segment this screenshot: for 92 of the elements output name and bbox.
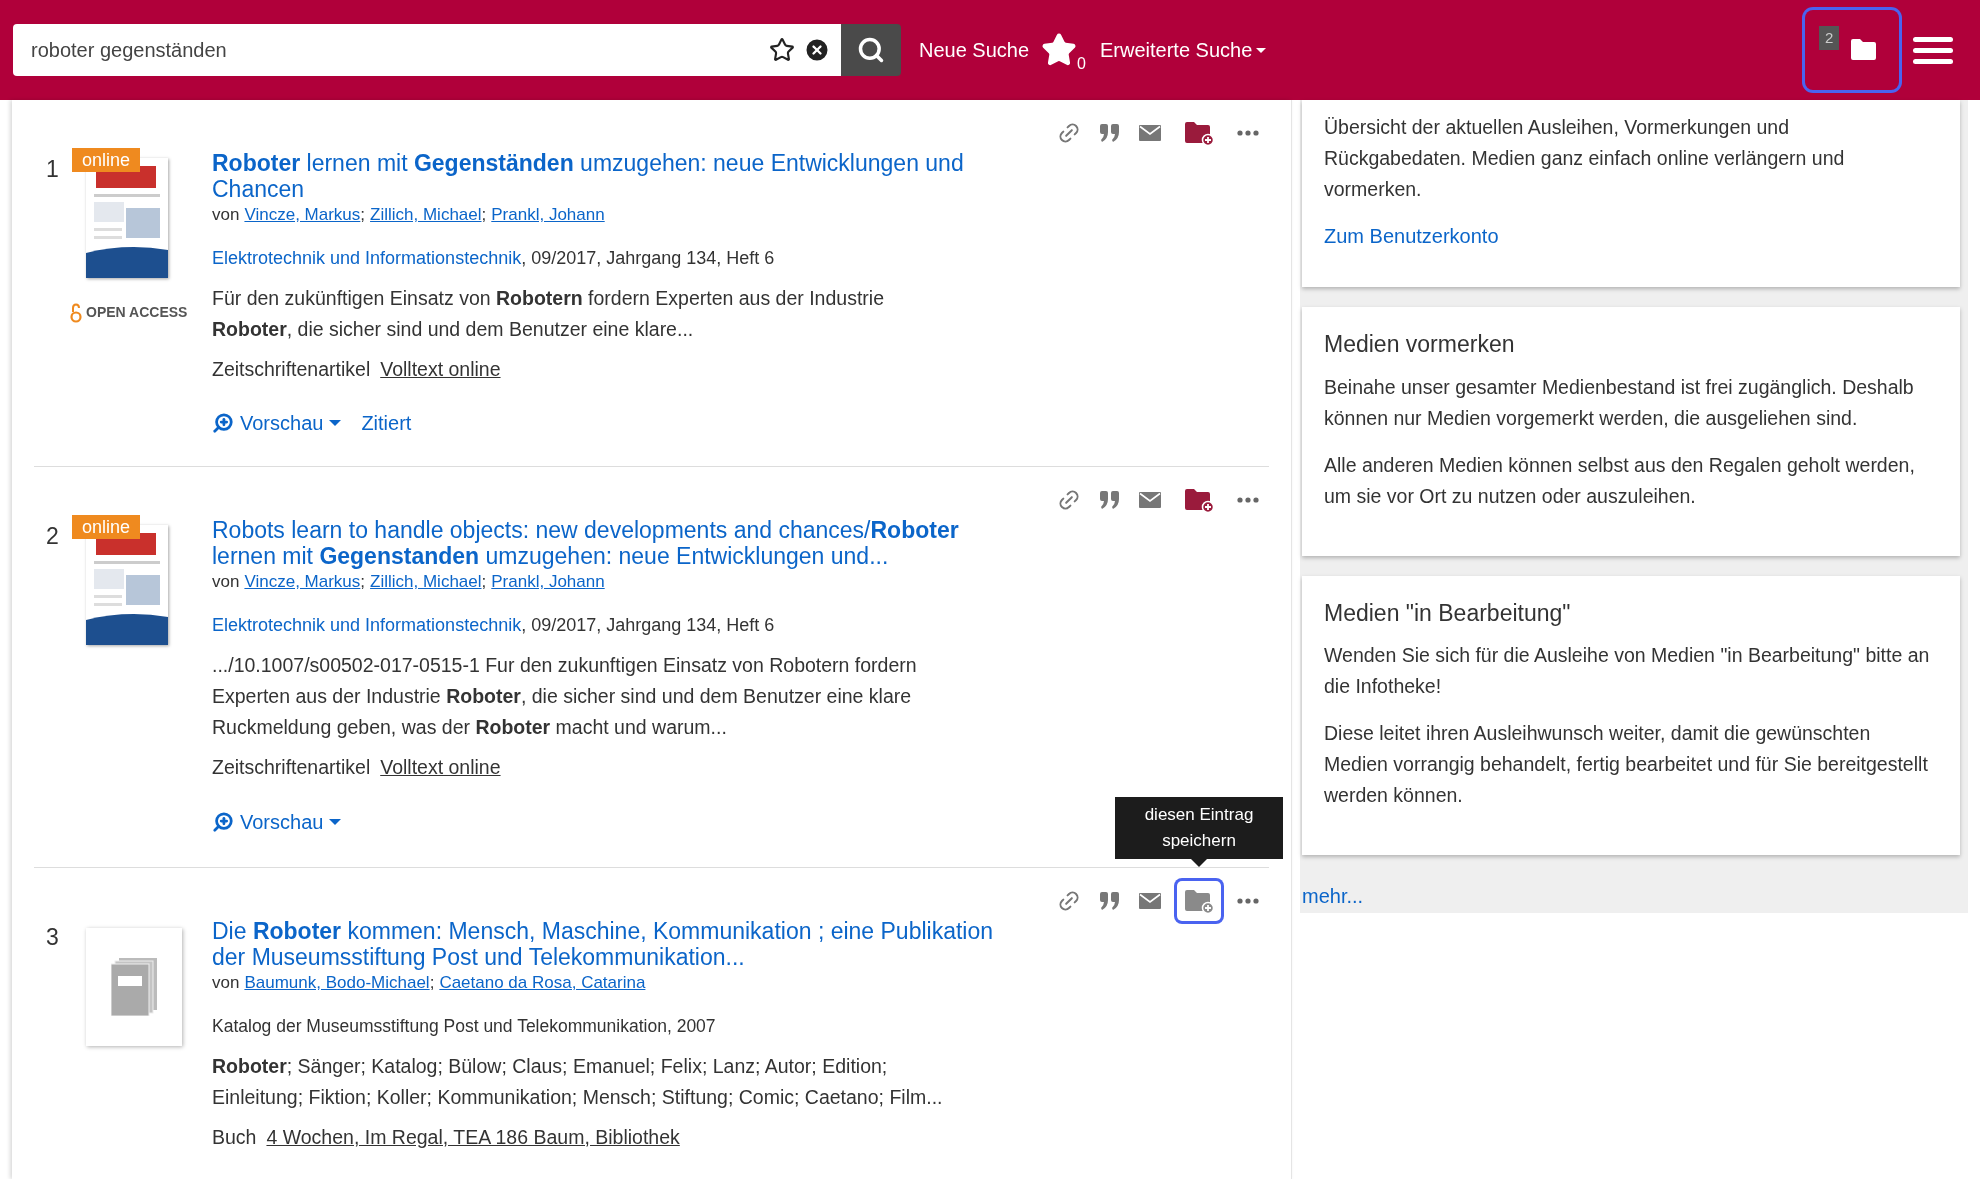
media-type: Zeitschriftenartikel [212, 357, 371, 382]
more-button[interactable] [1235, 128, 1261, 138]
media-type: Zeitschriftenartikel [212, 755, 371, 781]
folder-plus-icon [1184, 887, 1214, 914]
snippet-text: Für den zukünftigen Einsatz von Robotern fordern Experten aus der Industrie Roboter, die sicher sind und dem Benutzer eine klare... [212, 286, 885, 342]
tooltip-arrow [1191, 858, 1207, 867]
preview-button[interactable]: Vorschau [212, 408, 342, 439]
availability-link[interactable]: Volltext online [380, 355, 501, 385]
open-lock-icon [70, 302, 82, 323]
new-search-link[interactable]: Neue Suche [919, 35, 1030, 65]
search-input[interactable]: roboter gegenständen [31, 35, 769, 65]
result-number: 2 [46, 523, 59, 550]
menu-button[interactable] [1913, 36, 1953, 64]
search-icon [857, 36, 885, 64]
clear-icon [803, 36, 831, 64]
result-title[interactable]: Die Roboter kommen: Mensch, Maschine, Kommunikation ; eine Publikation der Museumsstiftung Post und Telekommunikation... [212, 917, 1002, 970]
quote-icon [1099, 124, 1121, 142]
media-type: Buch [212, 1124, 257, 1150]
caret-icon [329, 818, 342, 825]
advanced-search-button[interactable]: Erweiterte Suche [1100, 35, 1267, 65]
more-link[interactable]: mehr... [1302, 875, 1960, 913]
by-label: von [212, 204, 240, 226]
mail-icon [1139, 892, 1161, 909]
caret-icon [329, 420, 342, 427]
book-icon [111, 957, 157, 1016]
card-text: Alle anderen Medien können selbst aus den Regalen geholt werden, um sie vor Ort zu nutzen oder auszuleihen. [1324, 452, 1916, 509]
separator-text: ; [360, 204, 366, 226]
author-link[interactable]: Caetano da Rosa, Catarina [439, 970, 646, 995]
tooltip: diesen Eintrag speichern [1115, 796, 1283, 859]
source-text: Katalog der Museumsstiftung Post und Telekommunikation, 2007 [212, 1014, 716, 1038]
card-text: Diese leitet ihren Ausleihwunsch weiter, damit die gewünschten Medien vorrangig behandelt, fertig bearbeitet und für Sie bereitgestellt werden können. [1324, 721, 1929, 808]
online-badge: online [72, 148, 141, 172]
quote-icon [1099, 891, 1121, 910]
magnifier-icon [212, 412, 234, 435]
save-button[interactable] [1177, 880, 1221, 921]
author-link[interactable]: Baumunk, Bodo-Michael [244, 970, 430, 995]
author-link[interactable]: Prankl, Johann [491, 203, 605, 227]
email-button[interactable] [1137, 123, 1163, 143]
folder-count-badge: 2 [1819, 26, 1840, 50]
magnifier-icon [212, 810, 234, 833]
card-text: Beinahe unser gesamter Medienbestand ist frei zugänglich. Deshalb können nur Medien vorgemerkt werden, die ausgeliehen sind. [1324, 374, 1915, 431]
card-title: Medien "in Bearbeitung" [1324, 598, 1572, 628]
open-access-label: OPEN ACCESS [86, 303, 188, 322]
search-button[interactable] [841, 24, 901, 76]
separator-text: ; [360, 571, 366, 594]
more-button[interactable] [1235, 895, 1261, 906]
separator-text: ; [429, 971, 435, 994]
more-icon [1237, 130, 1259, 136]
mail-icon [1139, 125, 1161, 141]
email-button[interactable] [1137, 890, 1163, 911]
journal-link[interactable]: Elektrotechnik und Informationstechnik [212, 245, 522, 271]
card-text: Übersicht der aktuellen Ausleihen, Vormerkungen und Rückgabedaten. Medien ganz einfach online verlängern und vormerken. [1324, 115, 1846, 202]
more-button[interactable] [1235, 495, 1261, 506]
star-icon [1041, 32, 1078, 68]
favorites-button[interactable]: 0 [1041, 32, 1086, 68]
snippet-text: Roboter; Sänger; Katalog; Bülow; Claus; Emanuel; Felix; Lanz; Autor; Edition; Einleitung; Fiktion; Koller; Kommunikation; Mensch; Stiftung; Comic; Caetano; Film... [212, 1053, 944, 1110]
search-field[interactable]: roboter gegenständen [13, 24, 841, 76]
result-number: 3 [46, 923, 59, 950]
author-link[interactable]: Prankl, Johann [491, 570, 605, 595]
by-label: von [212, 571, 240, 594]
mail-icon [1139, 492, 1161, 509]
more-icon [1237, 897, 1259, 904]
author-link[interactable]: Vincze, Markus [244, 203, 361, 227]
journal-link[interactable]: Elektrotechnik und Informationstechnik [212, 612, 522, 639]
folder-plus-icon [1184, 120, 1214, 146]
cited-link[interactable]: Zitiert [361, 408, 412, 439]
card-text: Wenden Sie sich für die Ausleihe von Medien "in Bearbeitung" bitte an die Infotheke! [1324, 643, 1931, 699]
separator-text: ; [481, 571, 487, 594]
card-title: Medien vormerken [1324, 330, 1516, 359]
availability-link[interactable]: 4 Wochen, Im Regal, TEA 186 Baum, Bibliothek [266, 1122, 680, 1152]
more-icon [1237, 497, 1259, 504]
source-text: , 09/2017, Jahrgang 134, Heft 6 [521, 247, 775, 270]
availability-link[interactable]: Volltext online [380, 753, 501, 783]
caret-icon [1256, 47, 1267, 53]
result-number: 1 [46, 156, 59, 182]
result-title[interactable]: Roboter lernen mit Gegenständen umzugehen: neue Entwicklungen und Chancen [212, 150, 1002, 202]
result-title[interactable]: Robots learn to handle objects: new developments and chances/Roboter lernen mit Gegenstanden umzugehen: neue Entwicklungen und... [212, 517, 1002, 570]
author-link[interactable]: Vincze, Markus [244, 570, 361, 595]
quote-icon [1099, 491, 1121, 510]
email-button[interactable] [1137, 490, 1163, 511]
preview-button[interactable]: Vorschau [212, 806, 342, 837]
star-outline-icon [769, 37, 795, 63]
author-link[interactable]: Zillich, Michael [370, 570, 482, 595]
online-badge: online [72, 515, 141, 540]
source-text: , 09/2017, Jahrgang 134, Heft 6 [521, 614, 775, 638]
separator-text: ; [481, 204, 487, 226]
snippet-text: .../10.1007/s00502-017-0515-1 Fur den zukunftigen Einsatz von Robotern fordern Experten aus der Industrie Roboter, die sicher sind und dem Benutzer eine klare Ruckmeldung geben, was der Roboter macht und warum... [212, 653, 918, 741]
folder-button[interactable]: 2 [1805, 10, 1899, 90]
folder-plus-icon [1184, 487, 1214, 514]
account-link[interactable]: Zum Benutzerkonto [1324, 221, 1938, 251]
by-label: von [212, 971, 240, 994]
author-link[interactable]: Zillich, Michael [370, 203, 482, 227]
